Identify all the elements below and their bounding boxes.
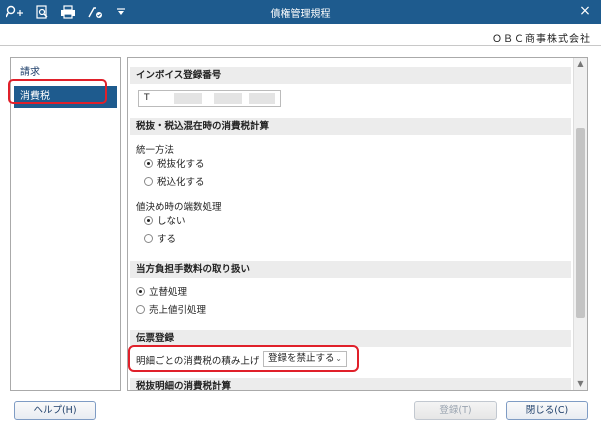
radio-shinai[interactable]: しない [144, 213, 186, 227]
help-button[interactable]: ヘルプ(H) [14, 401, 96, 420]
register-button[interactable]: 登録(T) [414, 401, 497, 420]
method-label: 統一方法 [136, 145, 175, 156]
title-bar: 債権管理規程 × [0, 0, 601, 24]
radio-checked-icon [136, 286, 145, 296]
radio-checked-icon [144, 158, 153, 168]
invoice-prefix: T [144, 93, 150, 103]
radio-tatekae[interactable]: 立替処理 [136, 284, 187, 298]
radio-unchecked-icon [144, 176, 153, 186]
vertical-scrollbar[interactable]: ▲ ▼ [573, 58, 587, 390]
sidebar: 請求 消費税 [10, 57, 121, 391]
close-button[interactable]: 閉じる(C) [506, 401, 588, 420]
radio-unchecked-icon [136, 304, 145, 314]
settings-panel: インボイス登録番号 T 税抜・税込混在時の消費税計算 統一方法 税抜化する 税込… [127, 57, 588, 391]
section-next: 税抜明細の消費税計算 [130, 378, 571, 390]
window-title: 債権管理規程 [270, 9, 331, 20]
company-name: ＯＢＣ商事株式会社 [492, 34, 591, 45]
section-tax-calc: 税抜・税込混在時の消費税計算 [130, 118, 571, 135]
radio-unchecked-icon [144, 233, 153, 243]
radio-zeikomi[interactable]: 税込化する [144, 174, 205, 188]
invoice-digit-block [174, 93, 202, 104]
scroll-thumb[interactable] [576, 128, 585, 318]
radio-checked-icon [144, 215, 153, 225]
invoice-digit-block [249, 93, 275, 104]
radio-zeinuki[interactable]: 税抜化する [144, 156, 205, 170]
highlight-sidebar-selection [8, 79, 107, 104]
rounding-label: 値決め時の端数処理 [136, 202, 222, 213]
close-icon[interactable]: × [577, 3, 593, 19]
invoice-number-field[interactable]: T [138, 90, 281, 107]
radio-uriage-nebiki[interactable]: 売上値引処理 [136, 302, 206, 316]
header-divider [0, 45, 601, 46]
highlight-voucher-setting [128, 345, 359, 372]
radio-suru[interactable]: する [144, 231, 176, 245]
section-fee: 当方負担手数料の取り扱い [130, 261, 571, 278]
scroll-down-icon[interactable]: ▼ [574, 378, 587, 390]
section-invoice: インボイス登録番号 [130, 67, 571, 84]
invoice-digit-block [214, 93, 242, 104]
scroll-up-icon[interactable]: ▲ [574, 58, 587, 70]
